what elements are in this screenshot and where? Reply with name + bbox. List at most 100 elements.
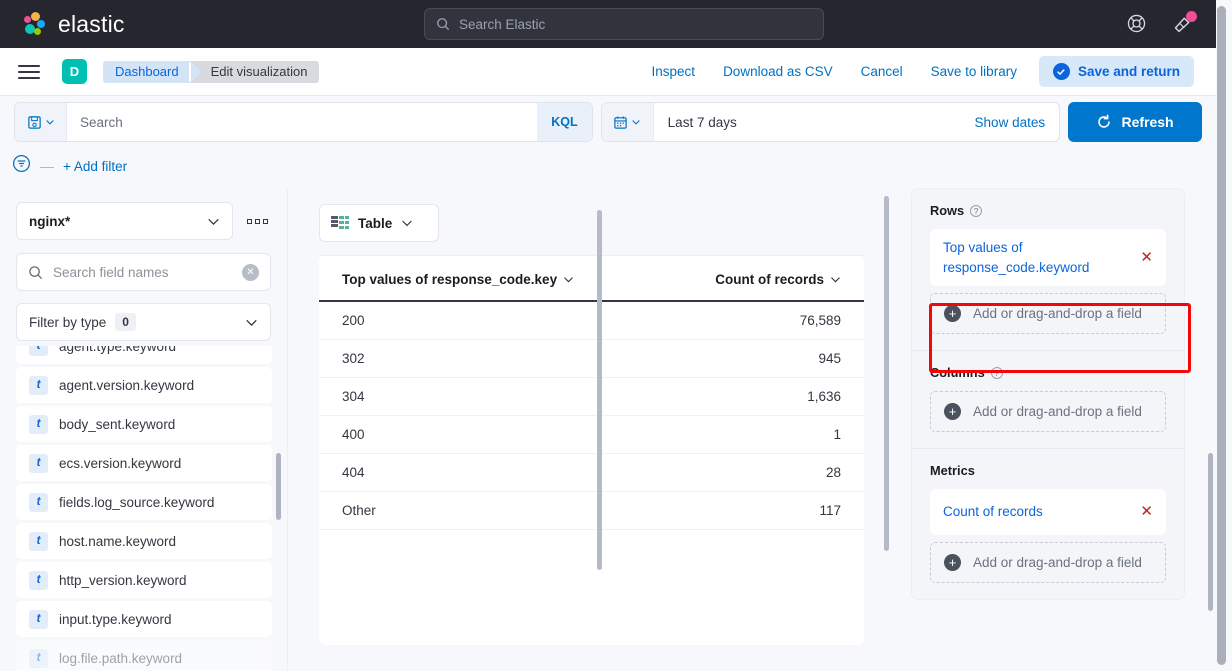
field-type-icon: t [29, 346, 48, 356]
column-header-rows[interactable]: Top values of response_code.key [319, 255, 592, 302]
list-item[interactable]: t ecs.version.keyword [16, 445, 272, 481]
breadcrumb-label: Edit visualization [210, 64, 308, 79]
chart-panel-scrollbar[interactable] [597, 210, 602, 570]
remove-x-icon[interactable]: ✕ [1140, 501, 1153, 523]
show-dates-button[interactable]: Show dates [975, 115, 1060, 130]
list-item[interactable]: t host.name.keyword [16, 523, 272, 559]
cell-count: 1,636 [591, 377, 864, 416]
table-row[interactable]: 404 28 [319, 453, 864, 492]
workspace-scrollbar[interactable] [884, 196, 889, 551]
saved-query-button[interactable] [15, 103, 67, 141]
table-row[interactable]: 400 1 [319, 415, 864, 454]
list-item[interactable]: t agent.type.keyword [16, 346, 272, 364]
hamburger-menu-icon[interactable] [18, 64, 40, 79]
query-search-container: Search KQL [14, 102, 593, 142]
lens-data-table: Top values of response_code.key Count of… [319, 255, 864, 530]
field-search-input[interactable]: Search field names ✕ [16, 253, 271, 291]
chevron-down-icon [246, 319, 257, 326]
brand-name: elastic [58, 10, 125, 37]
global-search-placeholder: Search Elastic [459, 16, 546, 32]
column-header-metric[interactable]: Count of records [591, 255, 864, 302]
date-quick-select-button[interactable] [601, 103, 654, 141]
field-list-scrollbar[interactable] [276, 453, 281, 520]
list-item[interactable]: t http_version.keyword [16, 562, 272, 598]
download-csv-button[interactable]: Download as CSV [709, 64, 847, 79]
index-pattern-value: nginx* [29, 213, 71, 229]
drop-zone-rows[interactable]: + Add or drag-and-drop a field [930, 293, 1166, 335]
global-header: elastic Search Elastic [0, 0, 1216, 48]
list-item[interactable]: t fields.log_source.keyword [16, 484, 272, 520]
table-icon [331, 216, 349, 230]
group-label: Columns [930, 365, 985, 381]
workspace: nginx* Search field names ✕ Filter by ty… [0, 188, 1216, 671]
table-row[interactable]: 200 76,589 [319, 301, 864, 340]
group-label: Metrics [930, 463, 975, 479]
config-group-rows: Rows ? Top values of response_code.keywo… [912, 189, 1184, 352]
chart-type-label: Table [358, 215, 393, 231]
cell-count: 1 [591, 415, 864, 454]
help-lifesaver-icon[interactable] [1126, 13, 1148, 35]
time-range-value[interactable]: Last 7 days [654, 115, 975, 130]
global-search-input[interactable]: Search Elastic [424, 8, 824, 40]
search-input[interactable]: Search [67, 115, 537, 130]
list-item[interactable]: t input.type.keyword [16, 601, 272, 637]
boxes-horizontal-icon[interactable] [243, 207, 271, 235]
breadcrumb: Dashboard Edit visualization [103, 60, 320, 83]
save-to-library-button[interactable]: Save to library [917, 64, 1031, 79]
list-item[interactable]: t body_sent.keyword [16, 406, 272, 442]
filter-by-type-label: Filter by type [29, 314, 107, 330]
search-icon [437, 18, 450, 31]
table-row[interactable]: Other 117 [319, 491, 864, 530]
check-circle-icon [1052, 63, 1070, 80]
global-header-icons [1126, 0, 1197, 48]
help-question-icon[interactable]: ? [970, 204, 983, 217]
table-row[interactable]: 302 945 [319, 339, 864, 378]
elastic-brand[interactable]: elastic [0, 11, 125, 38]
cancel-button[interactable]: Cancel [847, 64, 917, 79]
app-chrome-bar: D Dashboard Edit visualization Inspect D… [0, 48, 1216, 96]
breadcrumb-label: Dashboard [115, 64, 179, 79]
table-header-row: Top values of response_code.key Count of… [319, 255, 864, 302]
field-type-icon: t [29, 570, 48, 590]
inspect-button[interactable]: Inspect [638, 64, 710, 79]
dimension-chip-metrics[interactable]: Count of records ✕ [930, 489, 1166, 536]
help-question-icon[interactable]: ? [990, 366, 1003, 379]
breadcrumb-item-dashboard[interactable]: Dashboard [103, 60, 201, 83]
list-item[interactable]: t log.file.path.keyword [16, 640, 272, 671]
field-search-placeholder: Search field names [53, 264, 169, 280]
cell-category: 304 [319, 377, 592, 416]
field-name: fields.log_source.keyword [59, 494, 215, 510]
field-name: body_sent.keyword [59, 416, 176, 432]
field-type-icon: t [29, 414, 48, 434]
breadcrumb-item-edit-visualization[interactable]: Edit visualization [188, 60, 320, 83]
drop-zone-metrics[interactable]: + Add or drag-and-drop a field [930, 542, 1166, 584]
refresh-button[interactable]: Refresh [1068, 102, 1202, 142]
remove-x-icon[interactable]: ✕ [1140, 247, 1153, 269]
clear-x-icon[interactable]: ✕ [242, 263, 259, 281]
field-name: agent.type.keyword [59, 346, 177, 354]
chevron-down-icon [208, 218, 219, 225]
list-item[interactable]: t agent.version.keyword [16, 367, 272, 403]
dimension-chip-rows[interactable]: Top values of response_code.keyword ✕ [930, 229, 1166, 287]
drop-zone-columns[interactable]: + Add or drag-and-drop a field [930, 391, 1166, 433]
field-name: log.file.path.keyword [59, 650, 183, 666]
index-pattern-select[interactable]: nginx* [16, 202, 233, 240]
field-type-icon: t [29, 609, 48, 629]
space-avatar[interactable]: D [62, 59, 87, 84]
cell-category: 404 [319, 453, 592, 492]
data-panel: nginx* Search field names ✕ Filter by ty… [0, 188, 288, 671]
announcement-megaphone-icon[interactable] [1172, 11, 1197, 35]
page-scrollbar[interactable] [1217, 6, 1226, 665]
filter-by-type-button[interactable]: Filter by type 0 [16, 303, 271, 341]
add-filter-button[interactable]: + Add filter [63, 159, 127, 174]
field-type-icon: t [29, 375, 48, 395]
table-row[interactable]: 304 1,636 [319, 377, 864, 416]
field-list[interactable]: t agent.type.keyword t agent.version.key… [0, 346, 288, 671]
group-title-rows: Rows ? [930, 203, 1166, 218]
filter-funnel-icon[interactable] [12, 154, 31, 178]
chart-type-switcher[interactable]: Table [319, 204, 439, 242]
query-language-button[interactable]: KQL [537, 103, 592, 141]
save-and-return-button[interactable]: Save and return [1038, 56, 1194, 87]
config-panel-scrollbar[interactable] [1208, 453, 1213, 611]
notification-badge [1186, 11, 1197, 22]
